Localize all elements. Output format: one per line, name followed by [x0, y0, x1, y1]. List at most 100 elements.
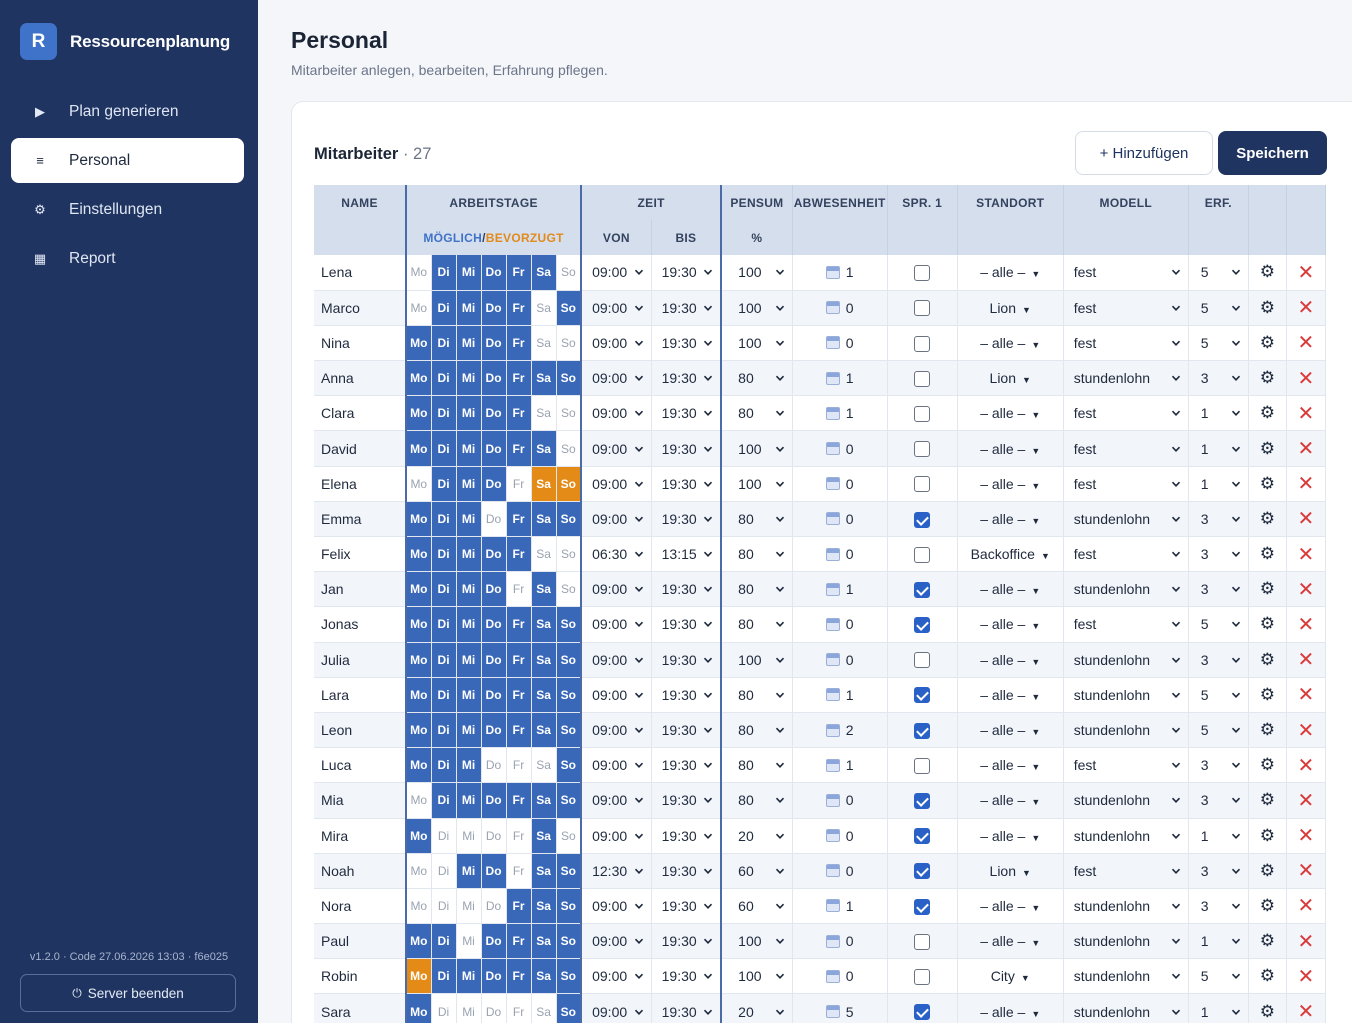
absence-button[interactable]: 0: [792, 325, 888, 362]
checkbox[interactable]: [914, 687, 931, 704]
settings-button[interactable]: ⚙: [1248, 712, 1287, 749]
delete-button[interactable]: ✕: [1286, 395, 1327, 432]
erf-select[interactable]: 3: [1188, 853, 1249, 889]
erf-select[interactable]: 3: [1188, 782, 1249, 819]
absence-button[interactable]: 0: [792, 782, 888, 819]
settings-button[interactable]: ⚙: [1248, 993, 1287, 1023]
nav-item-einstellungen[interactable]: ⚙ Einstellungen: [11, 187, 244, 232]
pensum-select[interactable]: 100: [720, 923, 793, 960]
day-toggle-mi[interactable]: Mi: [456, 712, 482, 749]
checkbox[interactable]: [914, 968, 931, 985]
pensum-select[interactable]: 60: [720, 888, 793, 925]
day-toggle-do[interactable]: Do: [481, 430, 507, 467]
erf-select[interactable]: 1: [1188, 993, 1249, 1023]
settings-button[interactable]: ⚙: [1248, 677, 1287, 713]
erf-select[interactable]: 1: [1188, 818, 1249, 854]
location-dropdown[interactable]: – alle – ▼: [957, 466, 1064, 502]
nav-item-personal[interactable]: ≡ Personal: [11, 138, 244, 183]
checkbox[interactable]: [914, 335, 931, 352]
day-toggle-mi[interactable]: Mi: [456, 747, 482, 784]
settings-button[interactable]: ⚙: [1248, 466, 1287, 502]
day-toggle-sa[interactable]: Sa: [531, 782, 557, 819]
model-select[interactable]: stundenlohn: [1063, 677, 1189, 713]
day-toggle-sa[interactable]: Sa: [531, 571, 557, 608]
day-toggle-mo[interactable]: Mo: [405, 395, 432, 432]
delete-button[interactable]: ✕: [1286, 818, 1327, 854]
day-toggle-mo[interactable]: Mo: [405, 958, 432, 995]
settings-button[interactable]: ⚙: [1248, 255, 1287, 291]
checkbox[interactable]: [914, 1004, 931, 1021]
add-employee-button[interactable]: + Hinzufügen: [1075, 131, 1213, 175]
checkbox[interactable]: [914, 581, 931, 598]
model-select[interactable]: stundenlohn: [1063, 712, 1189, 749]
day-toggle-do[interactable]: Do: [481, 958, 507, 995]
day-toggle-di[interactable]: Di: [431, 958, 457, 995]
day-toggle-do[interactable]: Do: [481, 712, 507, 749]
day-toggle-sa[interactable]: Sa: [531, 360, 557, 397]
absence-button[interactable]: 1: [792, 747, 888, 784]
day-toggle-so[interactable]: So: [556, 290, 582, 326]
spr-checkbox[interactable]: [887, 782, 958, 819]
time-to-select[interactable]: 19:30: [651, 466, 722, 502]
absence-button[interactable]: 0: [792, 642, 888, 678]
day-toggle-do[interactable]: Do: [481, 853, 507, 889]
day-toggle-mo[interactable]: Mo: [405, 360, 432, 397]
erf-select[interactable]: 5: [1188, 606, 1249, 643]
delete-button[interactable]: ✕: [1286, 255, 1327, 291]
day-toggle-so[interactable]: So: [556, 712, 582, 749]
day-toggle-mo[interactable]: Mo: [405, 677, 432, 713]
day-toggle-sa[interactable]: Sa: [531, 712, 557, 749]
checkbox[interactable]: [914, 898, 931, 915]
save-button[interactable]: Speichern: [1218, 131, 1327, 175]
location-dropdown[interactable]: – alle – ▼: [957, 571, 1064, 608]
day-toggle-so[interactable]: So: [556, 642, 582, 678]
day-toggle-so[interactable]: So: [556, 677, 582, 713]
settings-button[interactable]: ⚙: [1248, 325, 1287, 362]
pensum-select[interactable]: 80: [720, 501, 793, 538]
pensum-select[interactable]: 80: [720, 571, 793, 608]
day-toggle-so[interactable]: So: [556, 466, 582, 502]
location-dropdown[interactable]: – alle – ▼: [957, 430, 1064, 467]
day-toggle-fr[interactable]: Fr: [506, 923, 532, 960]
day-toggle-di[interactable]: Di: [431, 993, 457, 1023]
day-toggle-di[interactable]: Di: [431, 853, 457, 889]
day-toggle-fr[interactable]: Fr: [506, 642, 532, 678]
day-toggle-fr[interactable]: Fr: [506, 395, 532, 432]
spr-checkbox[interactable]: [887, 466, 958, 502]
absence-button[interactable]: 0: [792, 853, 888, 889]
time-to-select[interactable]: 19:30: [651, 818, 722, 854]
day-toggle-sa[interactable]: Sa: [531, 325, 557, 362]
absence-button[interactable]: 1: [792, 677, 888, 713]
delete-button[interactable]: ✕: [1286, 958, 1327, 995]
time-to-select[interactable]: 19:30: [651, 747, 722, 784]
day-toggle-mo[interactable]: Mo: [405, 853, 432, 889]
day-toggle-do[interactable]: Do: [481, 395, 507, 432]
day-toggle-mo[interactable]: Mo: [405, 642, 432, 678]
absence-button[interactable]: 1: [792, 255, 888, 291]
model-select[interactable]: stundenlohn: [1063, 642, 1189, 678]
erf-select[interactable]: 5: [1188, 712, 1249, 749]
day-toggle-sa[interactable]: Sa: [531, 747, 557, 784]
day-toggle-sa[interactable]: Sa: [531, 853, 557, 889]
spr-checkbox[interactable]: [887, 360, 958, 397]
erf-select[interactable]: 5: [1188, 255, 1249, 291]
day-toggle-do[interactable]: Do: [481, 290, 507, 326]
pensum-select[interactable]: 20: [720, 993, 793, 1023]
time-to-select[interactable]: 19:30: [651, 853, 722, 889]
location-dropdown[interactable]: Lion ▼: [957, 853, 1064, 889]
location-dropdown[interactable]: Lion ▼: [957, 360, 1064, 397]
time-to-select[interactable]: 19:30: [651, 395, 722, 432]
time-from-select[interactable]: 09:00: [580, 501, 652, 538]
delete-button[interactable]: ✕: [1286, 536, 1327, 573]
day-toggle-sa[interactable]: Sa: [531, 501, 557, 538]
day-toggle-di[interactable]: Di: [431, 923, 457, 960]
spr-checkbox[interactable]: [887, 993, 958, 1023]
settings-button[interactable]: ⚙: [1248, 747, 1287, 784]
day-toggle-sa[interactable]: Sa: [531, 677, 557, 713]
absence-button[interactable]: 0: [792, 430, 888, 467]
absence-button[interactable]: 5: [792, 993, 888, 1023]
time-to-select[interactable]: 19:30: [651, 923, 722, 960]
day-toggle-fr[interactable]: Fr: [506, 677, 532, 713]
day-toggle-do[interactable]: Do: [481, 466, 507, 502]
model-select[interactable]: fest: [1063, 466, 1189, 502]
